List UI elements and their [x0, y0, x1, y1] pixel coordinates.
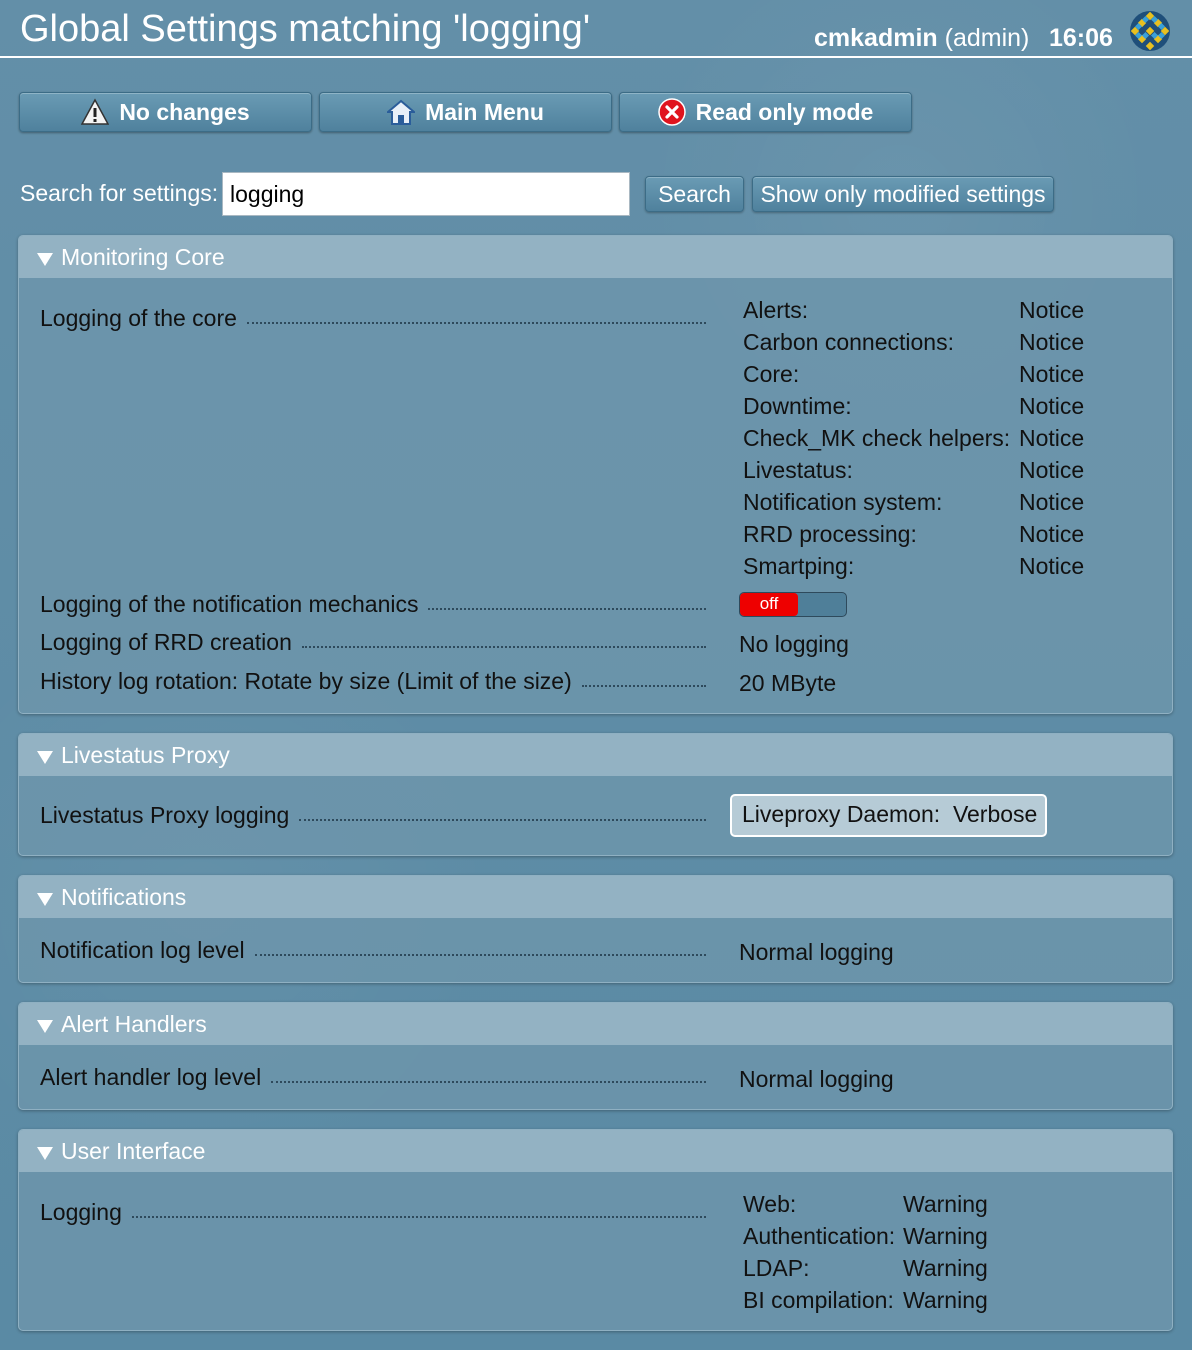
dotted-leader: [131, 1216, 706, 1218]
section-notifications: Notifications Notification log level Nor…: [18, 875, 1173, 983]
setting-notification-mechanics[interactable]: Logging of the notification mechanics: [40, 591, 706, 618]
core-log-key: Alerts:: [743, 297, 809, 323]
core-log-key: Core:: [743, 361, 800, 387]
core-log-key: RRD processing:: [743, 521, 917, 547]
collapse-triangle-icon: [37, 1020, 53, 1033]
section-header-notifications[interactable]: Notifications: [19, 876, 1172, 918]
main-menu-button[interactable]: Main Menu: [319, 92, 612, 132]
setting-core-logging[interactable]: Logging of the core: [40, 305, 706, 332]
liveproxy-value: Verbose: [952, 801, 1038, 827]
ui-log-value: Warning: [903, 1223, 988, 1249]
warning-icon: [81, 98, 110, 125]
core-log-key: Carbon connections:: [743, 329, 954, 355]
core-log-value: Notice: [1019, 361, 1085, 387]
user-info[interactable]: cmkadmin (admin): [814, 24, 1029, 53]
collapse-triangle-icon: [37, 893, 53, 906]
setting-label: Notification log level: [40, 937, 245, 963]
username: cmkadmin: [814, 24, 938, 52]
clock: 16:06: [1049, 24, 1113, 52]
dotted-leader: [254, 954, 706, 956]
search-input[interactable]: [222, 172, 630, 216]
home-icon: [387, 99, 416, 125]
ui-log-key: Web:: [743, 1191, 797, 1217]
ui-log-value: Warning: [903, 1191, 988, 1217]
user-role: (admin): [944, 24, 1030, 52]
read-only-mode-label: Read only mode: [695, 98, 874, 125]
collapse-triangle-icon: [37, 253, 53, 266]
core-log-value: Notice: [1019, 393, 1085, 419]
core-log-key: Livestatus:: [743, 457, 853, 483]
core-log-value: Notice: [1019, 489, 1085, 515]
section-monitoring-core: Monitoring Core Logging of the core Aler…: [18, 235, 1173, 714]
setting-label: Logging of RRD creation: [40, 629, 292, 655]
core-log-value: Notice: [1019, 521, 1085, 547]
section-header-monitoring-core[interactable]: Monitoring Core: [19, 236, 1172, 278]
core-log-value: Notice: [1019, 297, 1085, 323]
core-log-value: Notice: [1019, 553, 1085, 579]
core-log-key: Smartping:: [743, 553, 855, 579]
setting-label: History log rotation: Rotate by size (Li…: [40, 668, 572, 694]
error-x-icon: [657, 98, 686, 126]
dotted-leader: [271, 1081, 706, 1083]
section-alert-handlers: Alert Handlers Alert handler log level N…: [18, 1002, 1173, 1110]
setting-ui-logging[interactable]: Logging: [40, 1199, 706, 1226]
search-label: Search for settings:: [20, 180, 219, 206]
setting-label: Logging of the core: [40, 305, 237, 331]
setting-label: Logging of the notification mechanics: [40, 591, 419, 617]
section-header-user-interface[interactable]: User Interface: [19, 1130, 1172, 1172]
search-button[interactable]: Search: [645, 176, 744, 212]
section-title: Monitoring Core: [61, 244, 225, 270]
setting-value: Normal logging: [739, 1066, 894, 1092]
setting-history-rotation[interactable]: History log rotation: Rotate by size (Li…: [40, 668, 706, 695]
core-log-key: Downtime:: [743, 393, 852, 419]
section-title: User Interface: [61, 1138, 206, 1164]
dotted-leader: [428, 608, 706, 610]
ui-log-key: BI compilation:: [743, 1287, 894, 1313]
collapse-triangle-icon: [37, 751, 53, 764]
dotted-leader: [299, 819, 706, 821]
section-header-alert-handlers[interactable]: Alert Handlers: [19, 1003, 1172, 1045]
setting-label: Livestatus Proxy logging: [40, 802, 290, 828]
liveproxy-value-box: Liveproxy Daemon: Verbose: [730, 794, 1047, 837]
main-menu-label: Main Menu: [425, 98, 544, 125]
section-user-interface: User Interface Logging Web: Warning Auth…: [18, 1129, 1173, 1331]
core-log-value: Notice: [1019, 329, 1085, 355]
ui-log-value: Warning: [903, 1287, 988, 1313]
no-changes-label: No changes: [119, 98, 250, 125]
dotted-leader: [301, 646, 706, 648]
ui-log-key: Authentication:: [743, 1223, 896, 1249]
core-log-key: Check_MK check helpers:: [743, 425, 1011, 451]
section-livestatus-proxy: Livestatus Proxy Livestatus Proxy loggin…: [18, 733, 1173, 856]
section-header-livestatus-proxy[interactable]: Livestatus Proxy: [19, 734, 1172, 776]
show-modified-settings-button[interactable]: Show only modified settings: [752, 176, 1054, 212]
setting-rrd-creation[interactable]: Logging of RRD creation: [40, 629, 706, 656]
dotted-leader: [246, 322, 706, 324]
collapse-triangle-icon: [37, 1147, 53, 1160]
page-title: Global Settings matching 'logging': [20, 8, 591, 50]
setting-alert-handler-log-level[interactable]: Alert handler log level: [40, 1064, 706, 1091]
dotted-leader: [581, 685, 706, 687]
setting-label: Logging: [40, 1199, 122, 1225]
core-log-value: Notice: [1019, 425, 1085, 451]
setting-livestatus-proxy-logging[interactable]: Livestatus Proxy logging: [40, 802, 706, 829]
setting-value: No logging: [739, 631, 849, 657]
section-title: Notifications: [61, 884, 187, 910]
section-title: Livestatus Proxy: [61, 742, 230, 768]
ui-log-value: Warning: [903, 1255, 988, 1281]
setting-value: 20 MByte: [739, 670, 837, 696]
no-changes-button[interactable]: No changes: [19, 92, 312, 132]
section-title: Alert Handlers: [61, 1011, 207, 1037]
ui-log-key: LDAP:: [743, 1255, 810, 1281]
setting-label: Alert handler log level: [40, 1064, 262, 1090]
liveproxy-key: Liveproxy Daemon:: [742, 801, 941, 827]
core-log-key: Notification system:: [743, 489, 943, 515]
core-log-value: Notice: [1019, 457, 1085, 483]
title-bar: Global Settings matching 'logging' cmkad…: [0, 0, 1192, 58]
setting-value: Normal logging: [739, 939, 894, 965]
toggle-state: off: [740, 593, 798, 616]
notification-mechanics-toggle[interactable]: off: [739, 592, 847, 617]
read-only-mode-button[interactable]: Read only mode: [619, 92, 912, 132]
setting-notification-log-level[interactable]: Notification log level: [40, 937, 706, 964]
globe-icon[interactable]: [1128, 9, 1172, 53]
